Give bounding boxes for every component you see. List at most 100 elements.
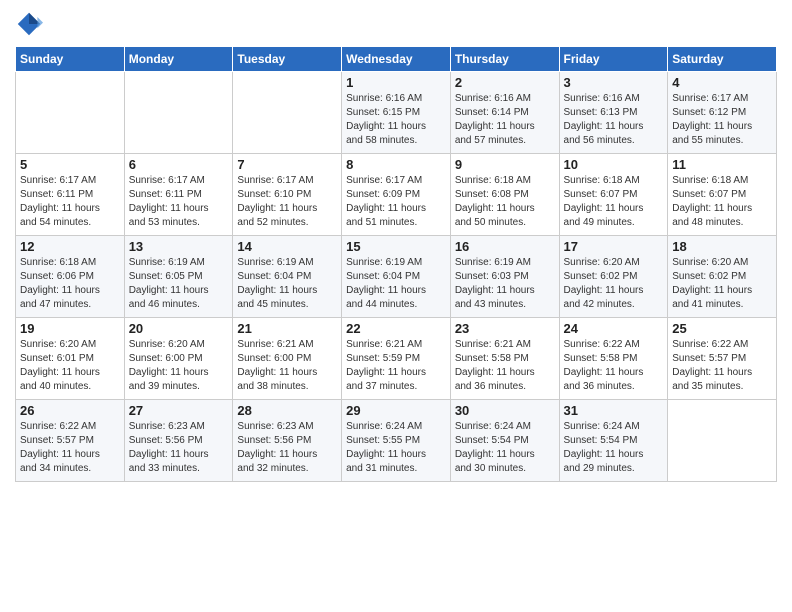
- calendar-day-cell: 12 Sunrise: 6:18 AM Sunset: 6:06 PM Dayli…: [16, 236, 125, 318]
- day-info: Sunrise: 6:18 AM Sunset: 6:07 PM Dayligh…: [564, 174, 664, 230]
- day-info: Sunrise: 6:21 AM Sunset: 6:00 PM Dayligh…: [237, 338, 337, 394]
- calendar-day-cell: 22 Sunrise: 6:21 AM Sunset: 5:59 PM Dayli…: [342, 318, 451, 400]
- calendar-day-cell: 13 Sunrise: 6:19 AM Sunset: 6:05 PM Dayli…: [124, 236, 233, 318]
- day-number: 8: [346, 157, 446, 172]
- calendar-day-cell: 3 Sunrise: 6:16 AM Sunset: 6:13 PM Daylig…: [559, 72, 668, 154]
- weekday-header: Tuesday: [233, 47, 342, 72]
- calendar-day-cell: 10 Sunrise: 6:18 AM Sunset: 6:07 PM Dayli…: [559, 154, 668, 236]
- day-number: 7: [237, 157, 337, 172]
- day-number: 28: [237, 403, 337, 418]
- day-number: 3: [564, 75, 664, 90]
- calendar-day-cell: 16Sunrise: 6:19 AM Sunset: 6:03 PM Dayli…: [450, 236, 559, 318]
- weekday-header: Sunday: [16, 47, 125, 72]
- day-number: 25: [672, 321, 772, 336]
- day-number: 2: [455, 75, 555, 90]
- logo: [15, 10, 45, 38]
- day-info: Sunrise: 6:16 AM Sunset: 6:13 PM Dayligh…: [564, 92, 664, 148]
- calendar-week-row: 12 Sunrise: 6:18 AM Sunset: 6:06 PM Dayli…: [16, 236, 777, 318]
- calendar-day-cell: 8 Sunrise: 6:17 AM Sunset: 6:09 PM Daylig…: [342, 154, 451, 236]
- day-number: 27: [129, 403, 229, 418]
- day-info: Sunrise: 6:16 AM Sunset: 6:15 PM Dayligh…: [346, 92, 446, 148]
- day-info: Sunrise: 6:24 AM Sunset: 5:55 PM Dayligh…: [346, 420, 446, 476]
- day-number: 10: [564, 157, 664, 172]
- logo-icon: [15, 10, 43, 38]
- day-number: 19: [20, 321, 120, 336]
- day-number: 22: [346, 321, 446, 336]
- calendar-day-cell: [233, 72, 342, 154]
- day-info: Sunrise: 6:17 AM Sunset: 6:10 PM Dayligh…: [237, 174, 337, 230]
- page-container: SundayMondayTuesdayWednesdayThursdayFrid…: [0, 0, 792, 492]
- calendar-week-row: 1 Sunrise: 6:16 AM Sunset: 6:15 PM Daylig…: [16, 72, 777, 154]
- day-info: Sunrise: 6:19 AM Sunset: 6:03 PM Dayligh…: [455, 256, 555, 312]
- weekday-header: Friday: [559, 47, 668, 72]
- calendar-day-cell: 9Sunrise: 6:18 AM Sunset: 6:08 PM Daylig…: [450, 154, 559, 236]
- calendar-header-row: SundayMondayTuesdayWednesdayThursdayFrid…: [16, 47, 777, 72]
- day-info: Sunrise: 6:17 AM Sunset: 6:12 PM Dayligh…: [672, 92, 772, 148]
- day-number: 5: [20, 157, 120, 172]
- day-info: Sunrise: 6:23 AM Sunset: 5:56 PM Dayligh…: [129, 420, 229, 476]
- calendar-day-cell: 5Sunrise: 6:17 AM Sunset: 6:11 PM Daylig…: [16, 154, 125, 236]
- day-number: 9: [455, 157, 555, 172]
- calendar-day-cell: 29 Sunrise: 6:24 AM Sunset: 5:55 PM Dayli…: [342, 400, 451, 482]
- calendar-day-cell: 7 Sunrise: 6:17 AM Sunset: 6:10 PM Daylig…: [233, 154, 342, 236]
- day-info: Sunrise: 6:20 AM Sunset: 6:02 PM Dayligh…: [672, 256, 772, 312]
- day-info: Sunrise: 6:22 AM Sunset: 5:58 PM Dayligh…: [564, 338, 664, 394]
- day-number: 30: [455, 403, 555, 418]
- day-info: Sunrise: 6:22 AM Sunset: 5:57 PM Dayligh…: [20, 420, 120, 476]
- day-info: Sunrise: 6:16 AM Sunset: 6:14 PM Dayligh…: [455, 92, 555, 148]
- calendar-day-cell: 15Sunrise: 6:19 AM Sunset: 6:04 PM Dayli…: [342, 236, 451, 318]
- day-info: Sunrise: 6:19 AM Sunset: 6:05 PM Dayligh…: [129, 256, 229, 312]
- day-info: Sunrise: 6:20 AM Sunset: 6:02 PM Dayligh…: [564, 256, 664, 312]
- calendar-day-cell: [16, 72, 125, 154]
- calendar-day-cell: 21 Sunrise: 6:21 AM Sunset: 6:00 PM Dayli…: [233, 318, 342, 400]
- day-info: Sunrise: 6:18 AM Sunset: 6:06 PM Dayligh…: [20, 256, 120, 312]
- day-info: Sunrise: 6:21 AM Sunset: 5:59 PM Dayligh…: [346, 338, 446, 394]
- calendar-day-cell: 28Sunrise: 6:23 AM Sunset: 5:56 PM Dayli…: [233, 400, 342, 482]
- day-number: 24: [564, 321, 664, 336]
- calendar-day-cell: [124, 72, 233, 154]
- calendar-day-cell: 11 Sunrise: 6:18 AM Sunset: 6:07 PM Dayli…: [668, 154, 777, 236]
- day-info: Sunrise: 6:20 AM Sunset: 6:00 PM Dayligh…: [129, 338, 229, 394]
- day-info: Sunrise: 6:17 AM Sunset: 6:09 PM Dayligh…: [346, 174, 446, 230]
- day-number: 21: [237, 321, 337, 336]
- calendar-day-cell: 26Sunrise: 6:22 AM Sunset: 5:57 PM Dayli…: [16, 400, 125, 482]
- calendar-day-cell: 14Sunrise: 6:19 AM Sunset: 6:04 PM Dayli…: [233, 236, 342, 318]
- day-info: Sunrise: 6:22 AM Sunset: 5:57 PM Dayligh…: [672, 338, 772, 394]
- day-number: 20: [129, 321, 229, 336]
- day-number: 13: [129, 239, 229, 254]
- day-info: Sunrise: 6:18 AM Sunset: 6:07 PM Dayligh…: [672, 174, 772, 230]
- day-info: Sunrise: 6:24 AM Sunset: 5:54 PM Dayligh…: [455, 420, 555, 476]
- weekday-header: Wednesday: [342, 47, 451, 72]
- calendar-day-cell: [668, 400, 777, 482]
- calendar-day-cell: 18Sunrise: 6:20 AM Sunset: 6:02 PM Dayli…: [668, 236, 777, 318]
- day-number: 11: [672, 157, 772, 172]
- calendar-week-row: 26Sunrise: 6:22 AM Sunset: 5:57 PM Dayli…: [16, 400, 777, 482]
- calendar-week-row: 5 Sunrise: 6:17 AM Sunset: 6:11 PM Daylig…: [16, 154, 777, 236]
- calendar-day-cell: 25 Sunrise: 6:22 AM Sunset: 5:57 PM Dayli…: [668, 318, 777, 400]
- weekday-header: Monday: [124, 47, 233, 72]
- calendar-day-cell: 30 Sunrise: 6:24 AM Sunset: 5:54 PM Dayli…: [450, 400, 559, 482]
- day-number: 17: [564, 239, 664, 254]
- day-number: 12: [20, 239, 120, 254]
- day-number: 15: [346, 239, 446, 254]
- calendar-day-cell: 27 Sunrise: 6:23 AM Sunset: 5:56 PM Dayli…: [124, 400, 233, 482]
- day-info: Sunrise: 6:20 AM Sunset: 6:01 PM Dayligh…: [20, 338, 120, 394]
- calendar-day-cell: 2 Sunrise: 6:16 AM Sunset: 6:14 PM Daylig…: [450, 72, 559, 154]
- calendar-day-cell: 24 Sunrise: 6:22 AM Sunset: 5:58 PM Dayli…: [559, 318, 668, 400]
- day-number: 29: [346, 403, 446, 418]
- day-number: 4: [672, 75, 772, 90]
- day-number: 6: [129, 157, 229, 172]
- calendar-day-cell: 6 Sunrise: 6:17 AM Sunset: 6:11 PM Daylig…: [124, 154, 233, 236]
- weekday-header: Thursday: [450, 47, 559, 72]
- calendar-day-cell: 4 Sunrise: 6:17 AM Sunset: 6:12 PM Daylig…: [668, 72, 777, 154]
- calendar-week-row: 19 Sunrise: 6:20 AM Sunset: 6:01 PM Dayli…: [16, 318, 777, 400]
- calendar-day-cell: 31Sunrise: 6:24 AM Sunset: 5:54 PM Dayli…: [559, 400, 668, 482]
- calendar-day-cell: 17 Sunrise: 6:20 AM Sunset: 6:02 PM Dayli…: [559, 236, 668, 318]
- calendar-table: SundayMondayTuesdayWednesdayThursdayFrid…: [15, 46, 777, 482]
- day-info: Sunrise: 6:19 AM Sunset: 6:04 PM Dayligh…: [237, 256, 337, 312]
- page-header: [15, 10, 777, 38]
- day-number: 31: [564, 403, 664, 418]
- day-number: 1: [346, 75, 446, 90]
- day-number: 23: [455, 321, 555, 336]
- day-info: Sunrise: 6:17 AM Sunset: 6:11 PM Dayligh…: [129, 174, 229, 230]
